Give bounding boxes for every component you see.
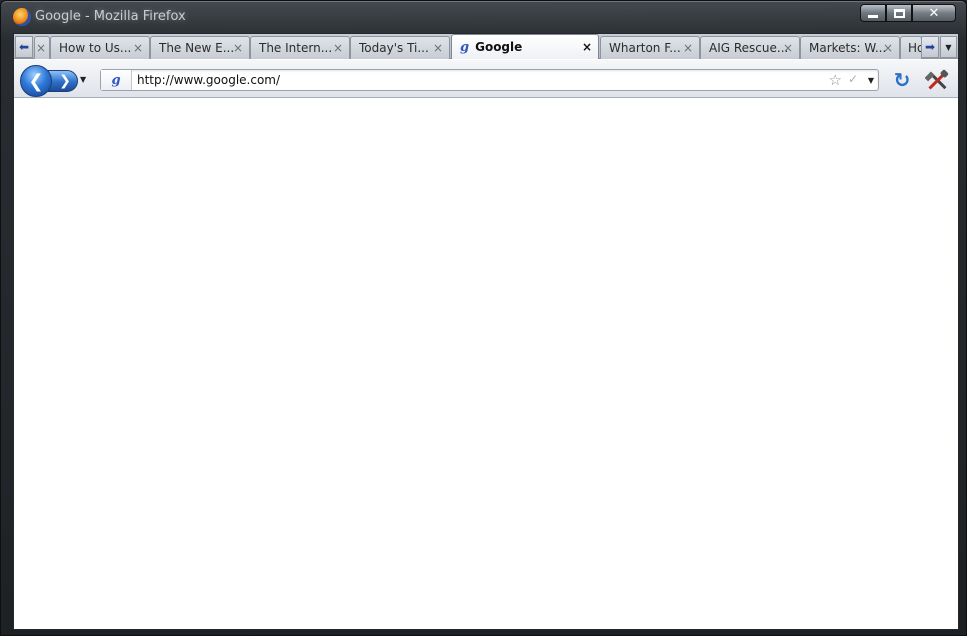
navigation-toolbar: ❯ ❮ ▼ g http://www.google.com/ ☆ ✓ ▼ ↻ [14, 60, 958, 98]
browser-window: Google - Mozilla Firefox ✕ ⬅ × How to Us… [0, 0, 967, 636]
url-input[interactable]: http://www.google.com/ [137, 73, 280, 87]
tab-close-icon[interactable]: × [133, 41, 143, 55]
tab-label: The New E... [159, 41, 235, 55]
tab-the-new-e[interactable]: The New E... × [150, 36, 250, 59]
site-identity-button[interactable]: g [101, 70, 132, 90]
tab-label: The Intern... [259, 41, 333, 55]
tab-wharton[interactable]: Wharton F... × [600, 36, 700, 59]
arrow-left-icon: ⬅ [18, 40, 30, 54]
tab-close-icon[interactable]: × [333, 41, 343, 55]
tab-partial-ho[interactable]: Ho [900, 36, 922, 59]
chevron-down-icon: ▼ [945, 42, 952, 52]
reload-icon: ↻ [893, 68, 911, 92]
tab-markets[interactable]: Markets: W... × [800, 36, 900, 59]
tab-label: AIG Rescue... [709, 41, 789, 55]
tab-close-icon[interactable]: × [683, 41, 693, 55]
tab-close-icon[interactable]: × [433, 41, 443, 55]
caption-buttons: ✕ [860, 4, 956, 22]
tab-partial-hidden[interactable]: × [34, 36, 50, 59]
tab-label: Ho [908, 41, 921, 55]
minimize-icon [868, 14, 878, 18]
tab-label: Today's Ti... [359, 41, 429, 55]
minimize-button[interactable] [860, 4, 886, 22]
address-bar[interactable]: g http://www.google.com/ ☆ ✓ ▼ [100, 69, 879, 91]
close-window-button[interactable]: ✕ [912, 4, 956, 22]
window-title: Google - Mozilla Firefox [35, 9, 186, 24]
tab-label: Google [475, 40, 523, 54]
tab-label: Wharton F... [609, 41, 681, 55]
forward-arrow-icon: ❯ [59, 73, 71, 89]
maximize-button[interactable] [886, 4, 912, 22]
firefox-logo-icon [13, 8, 31, 26]
close-icon: ✕ [928, 5, 940, 21]
chevron-down-icon: ▼ [80, 75, 87, 84]
url-history-dropdown-icon[interactable]: ▼ [868, 76, 874, 85]
tab-strip: ⬅ × How to Us... × The New E... × The In… [14, 34, 958, 59]
tab-how-to-use[interactable]: How to Us... × [50, 36, 150, 59]
google-favicon-icon: g [111, 72, 121, 88]
tab-close-icon[interactable]: × [36, 41, 46, 55]
history-dropdown-button[interactable]: ▼ [80, 75, 86, 84]
maximize-icon [893, 8, 905, 18]
bookmark-star-icon[interactable]: ☆ [829, 71, 842, 89]
google-favicon-icon: g [460, 39, 470, 55]
tab-close-icon[interactable]: × [233, 41, 243, 55]
tab-label: Markets: W... [809, 41, 887, 55]
tab-google[interactable]: g Google × [451, 34, 599, 59]
tab-close-icon[interactable]: × [582, 40, 592, 54]
tab-the-internet[interactable]: The Intern... × [250, 36, 350, 59]
tab-close-icon[interactable]: × [783, 41, 793, 55]
reload-button[interactable]: ↻ [890, 69, 914, 91]
tab-close-icon[interactable]: × [883, 41, 893, 55]
hammer-wrench-icon [924, 69, 949, 90]
back-button[interactable]: ❮ [20, 65, 52, 97]
tab-label: How to Us... [59, 41, 132, 55]
back-arrow-icon: ❮ [28, 70, 44, 92]
forward-button[interactable]: ❯ [48, 70, 78, 92]
arrow-right-icon: ➡ [924, 40, 936, 54]
list-all-tabs-button[interactable]: ▼ [940, 36, 957, 58]
page-content-area[interactable] [14, 99, 958, 629]
tab-scroll-right-button[interactable]: ➡ [921, 36, 939, 58]
tab-todays-times[interactable]: Today's Ti... × [350, 36, 450, 59]
tools-button[interactable] [924, 67, 951, 93]
tab-scroll-left-button[interactable]: ⬅ [15, 36, 33, 58]
browser-client-area: ⬅ × How to Us... × The New E... × The In… [13, 33, 959, 630]
check-icon[interactable]: ✓ [848, 72, 858, 86]
title-bar[interactable]: Google - Mozilla Firefox ✕ [1, 1, 966, 32]
tab-aig-rescue[interactable]: AIG Rescue... × [700, 36, 800, 59]
